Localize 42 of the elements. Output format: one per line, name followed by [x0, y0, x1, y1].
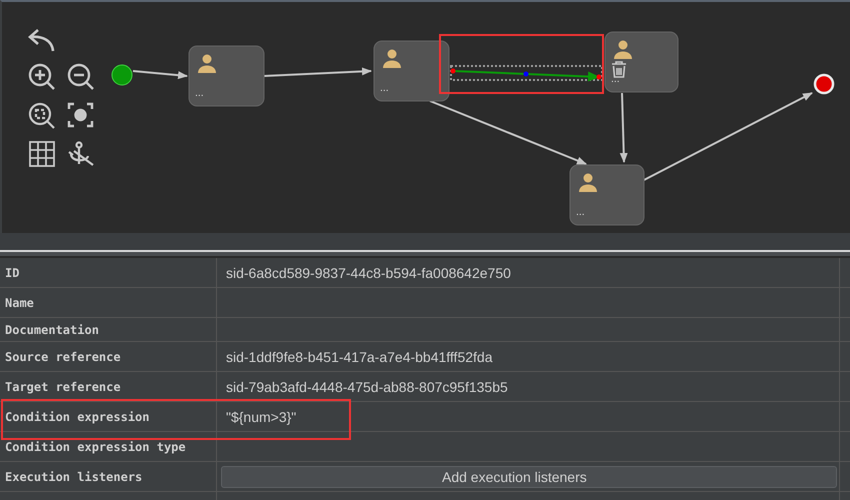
user-task-node[interactable]	[374, 40, 450, 102]
property-label: Execution listeners	[0, 462, 217, 491]
zoom-in-icon[interactable]	[28, 64, 56, 90]
connector-arrow[interactable]	[264, 67, 372, 77]
node-label: ...	[195, 89, 204, 99]
user-icon	[198, 54, 216, 73]
connector-arrow[interactable]	[644, 92, 813, 181]
grid-icon[interactable]	[29, 141, 55, 167]
selected-connector[interactable]	[450, 65, 603, 82]
property-label: Source reference	[0, 342, 217, 371]
property-value[interactable]: "${num>3}"	[221, 408, 296, 424]
connector-arrow[interactable]	[132, 70, 188, 80]
panel-splitter[interactable]	[0, 250, 850, 258]
property-value[interactable]: sid-79ab3afd-4448-475d-ab88-807c95f135b5	[221, 378, 508, 394]
property-label: Name	[0, 288, 217, 317]
add-listeners-button[interactable]: Add execution listeners	[221, 466, 837, 488]
actual-size-icon[interactable]	[68, 102, 94, 128]
connector-arrow[interactable]	[430, 100, 587, 165]
user-icon	[579, 174, 597, 192]
user-task-node[interactable]	[188, 46, 264, 106]
user-task-node[interactable]	[570, 164, 644, 226]
node-label: ...	[380, 84, 389, 94]
property-label: ID	[0, 258, 217, 287]
property-label: Condition expression type	[0, 432, 217, 461]
zoom-out-icon[interactable]	[68, 64, 94, 90]
node-label: ...	[576, 208, 585, 218]
user-task-node[interactable]	[604, 32, 678, 92]
connector-arrow[interactable]	[620, 92, 628, 163]
anchor-icon[interactable]	[68, 141, 94, 166]
end-event[interactable]	[814, 74, 834, 94]
property-label: Condition expression	[0, 402, 217, 431]
trash-icon[interactable]	[611, 61, 627, 78]
property-label: Documentation	[0, 318, 217, 341]
user-icon	[614, 40, 632, 59]
start-event[interactable]	[112, 64, 132, 86]
property-value[interactable]: sid-6a8cd589-9837-44c8-b594-fa008642e750	[221, 264, 511, 280]
property-value[interactable]: sid-1ddf9fe8-b451-417a-a7e4-bb41fff52fda	[221, 348, 492, 364]
node-label: ...	[611, 75, 620, 85]
zoom-fit-icon[interactable]	[28, 102, 55, 129]
user-icon	[383, 50, 401, 68]
property-label: Target reference	[0, 372, 217, 401]
undo-icon[interactable]	[28, 28, 54, 52]
